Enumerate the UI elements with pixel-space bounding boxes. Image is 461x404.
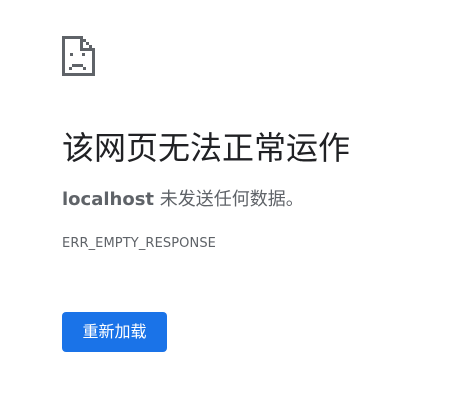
reload-button[interactable]: 重新加载 <box>62 312 167 352</box>
error-message: localhost 未发送任何数据。 <box>62 187 304 213</box>
error-code: ERR_EMPTY_RESPONSE <box>62 236 216 251</box>
error-page: 该网页无法正常运作 localhost 未发送任何数据。 ERR_EMPTY_R… <box>0 0 461 404</box>
error-message-text: 未发送任何数据。 <box>154 189 304 210</box>
sad-page-icon <box>62 36 95 76</box>
host-name: localhost <box>62 189 155 210</box>
page-title: 该网页无法正常运作 <box>62 129 351 167</box>
